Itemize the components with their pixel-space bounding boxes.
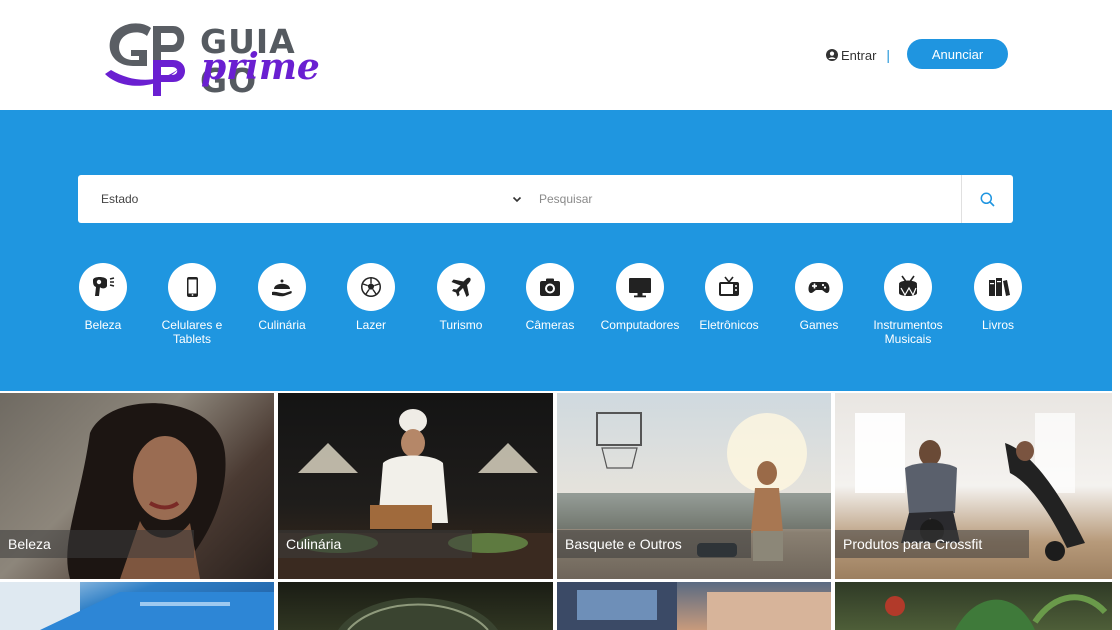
category-livros[interactable]: Livros <box>953 263 1043 332</box>
login-label: Entrar <box>841 47 877 63</box>
gp-logo-mark <box>105 23 185 96</box>
tile-caption: Beleza <box>0 530 194 558</box>
category-instrumentos[interactable]: Instrumentos Musicais <box>863 263 953 346</box>
category-culinaria[interactable]: Culinária <box>237 263 327 332</box>
tile-beleza[interactable]: Beleza <box>0 393 274 579</box>
site-logo[interactable]: GUIA GO prime <box>103 16 363 100</box>
monitor-icon <box>629 278 651 298</box>
search-input[interactable] <box>538 175 958 223</box>
tile-row2-3[interactable] <box>557 582 831 630</box>
books-icon <box>989 278 1010 296</box>
category-turismo[interactable]: Turismo <box>416 263 506 332</box>
category-label: Celulares e Tablets <box>161 318 223 346</box>
category-label: Games <box>799 318 839 332</box>
scrollbar-gutter <box>1112 0 1120 630</box>
user-circle-icon <box>826 49 838 61</box>
tile-culinaria[interactable]: Culinária <box>278 393 553 579</box>
category-label: Beleza <box>84 318 122 332</box>
tv-icon <box>719 276 739 296</box>
header-separator: | <box>886 47 891 63</box>
tile-row2-1[interactable] <box>0 582 274 630</box>
announce-button[interactable]: Anunciar <box>907 39 1008 69</box>
soccer-ball-icon <box>361 277 381 297</box>
search-hero: Estado Beleza Celulares e Tablets Culiná… <box>0 110 1112 391</box>
gamepad-icon <box>808 282 830 293</box>
category-lazer[interactable]: Lazer <box>326 263 416 332</box>
smartphone-icon <box>187 277 198 297</box>
category-list: Beleza Celulares e Tablets Culinária Laz… <box>0 263 1112 353</box>
tile-crossfit[interactable]: Produtos para Crossfit <box>835 393 1112 579</box>
category-label: Lazer <box>355 318 387 332</box>
category-label: Câmeras <box>525 318 575 332</box>
featured-grid: Beleza Culinária Basquete e Outros Produ… <box>0 391 1112 630</box>
category-celulares[interactable]: Celulares e Tablets <box>147 263 237 346</box>
category-label: Turismo <box>439 318 483 332</box>
chevron-down-icon <box>512 196 522 203</box>
food-cloche-icon <box>272 279 292 297</box>
phone-photo <box>0 582 274 630</box>
category-beleza[interactable]: Beleza <box>58 263 148 332</box>
food-photo <box>338 597 498 630</box>
category-label: Computadores <box>600 318 680 332</box>
category-label: Livros <box>981 318 1014 332</box>
state-select[interactable]: Estado <box>78 175 523 223</box>
category-eletronicos[interactable]: Eletrônicos <box>684 263 774 332</box>
tile-caption: Produtos para Crossfit <box>835 530 1029 558</box>
category-computadores[interactable]: Computadores <box>595 263 685 332</box>
search-icon <box>980 192 995 207</box>
plane-icon <box>451 277 471 297</box>
camera-icon <box>540 278 560 296</box>
login-link[interactable]: Entrar | <box>826 47 890 63</box>
tile-row2-4[interactable] <box>835 582 1112 630</box>
plant-photo <box>885 594 1108 630</box>
category-label: Instrumentos Musicais <box>873 318 943 346</box>
state-select-label: Estado <box>101 192 139 206</box>
drum-icon <box>899 275 917 297</box>
tile-row2-2[interactable] <box>278 582 553 630</box>
site-header: GUIA GO prime Entrar | Anunciar <box>0 0 1120 110</box>
tile-caption: Basquete e Outros <box>557 530 751 558</box>
category-label: Culinária <box>258 318 306 332</box>
hair-dryer-icon <box>93 277 115 296</box>
category-cameras[interactable]: Câmeras <box>505 263 595 332</box>
search-button[interactable] <box>961 175 1013 223</box>
tile-caption: Culinária <box>278 530 472 558</box>
brand-subtitle: prime <box>201 46 320 88</box>
category-label: Eletrônicos <box>699 318 759 332</box>
laptop-photo <box>557 582 831 630</box>
search-bar: Estado <box>78 175 1013 223</box>
category-games[interactable]: Games <box>774 263 864 332</box>
tile-basquete[interactable]: Basquete e Outros <box>557 393 831 579</box>
